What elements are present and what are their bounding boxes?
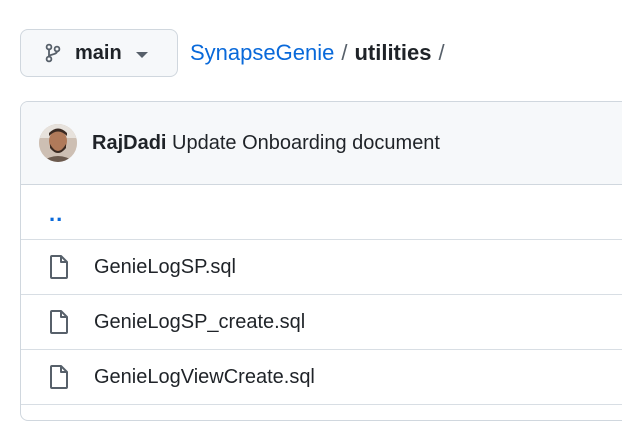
- parent-directory-row[interactable]: ..: [21, 185, 622, 240]
- avatar[interactable]: [39, 124, 77, 162]
- file-icon: [50, 365, 68, 389]
- file-row[interactable]: GenieLogViewCreate.sql: [21, 350, 622, 405]
- commit-message[interactable]: Update Onboarding document: [172, 132, 440, 154]
- file-list: RajDadi Update Onboarding document .. Ge…: [20, 101, 622, 421]
- file-name-link[interactable]: GenieLogSP.sql: [94, 256, 236, 279]
- git-branch-icon: [45, 43, 61, 63]
- breadcrumb: SynapseGenie / utilities /: [190, 40, 452, 66]
- file-name-link[interactable]: GenieLogSP_create.sql: [94, 311, 305, 334]
- file-row[interactable]: GenieLogSP_create.sql: [21, 295, 622, 350]
- file-icon: [50, 255, 68, 279]
- commit-summary: RajDadi Update Onboarding document: [92, 132, 440, 155]
- breadcrumb-repo-link[interactable]: SynapseGenie: [190, 40, 334, 66]
- branch-name: main: [75, 41, 122, 64]
- chevron-down-icon: [135, 51, 148, 58]
- breadcrumb-trailing-separator: /: [438, 40, 445, 65]
- file-name-link[interactable]: GenieLogViewCreate.sql: [94, 366, 315, 389]
- branch-select-button[interactable]: main: [20, 29, 178, 77]
- breadcrumb-current-folder: utilities: [354, 40, 432, 65]
- commit-author[interactable]: RajDadi: [92, 132, 166, 154]
- repo-header: main SynapseGenie / utilities /: [20, 29, 452, 77]
- breadcrumb-separator: /: [341, 40, 348, 65]
- parent-directory-link[interactable]: ..: [49, 201, 63, 227]
- file-row[interactable]: GenieLogSP.sql: [21, 240, 622, 295]
- latest-commit-bar: RajDadi Update Onboarding document: [21, 102, 622, 185]
- file-icon: [50, 310, 68, 334]
